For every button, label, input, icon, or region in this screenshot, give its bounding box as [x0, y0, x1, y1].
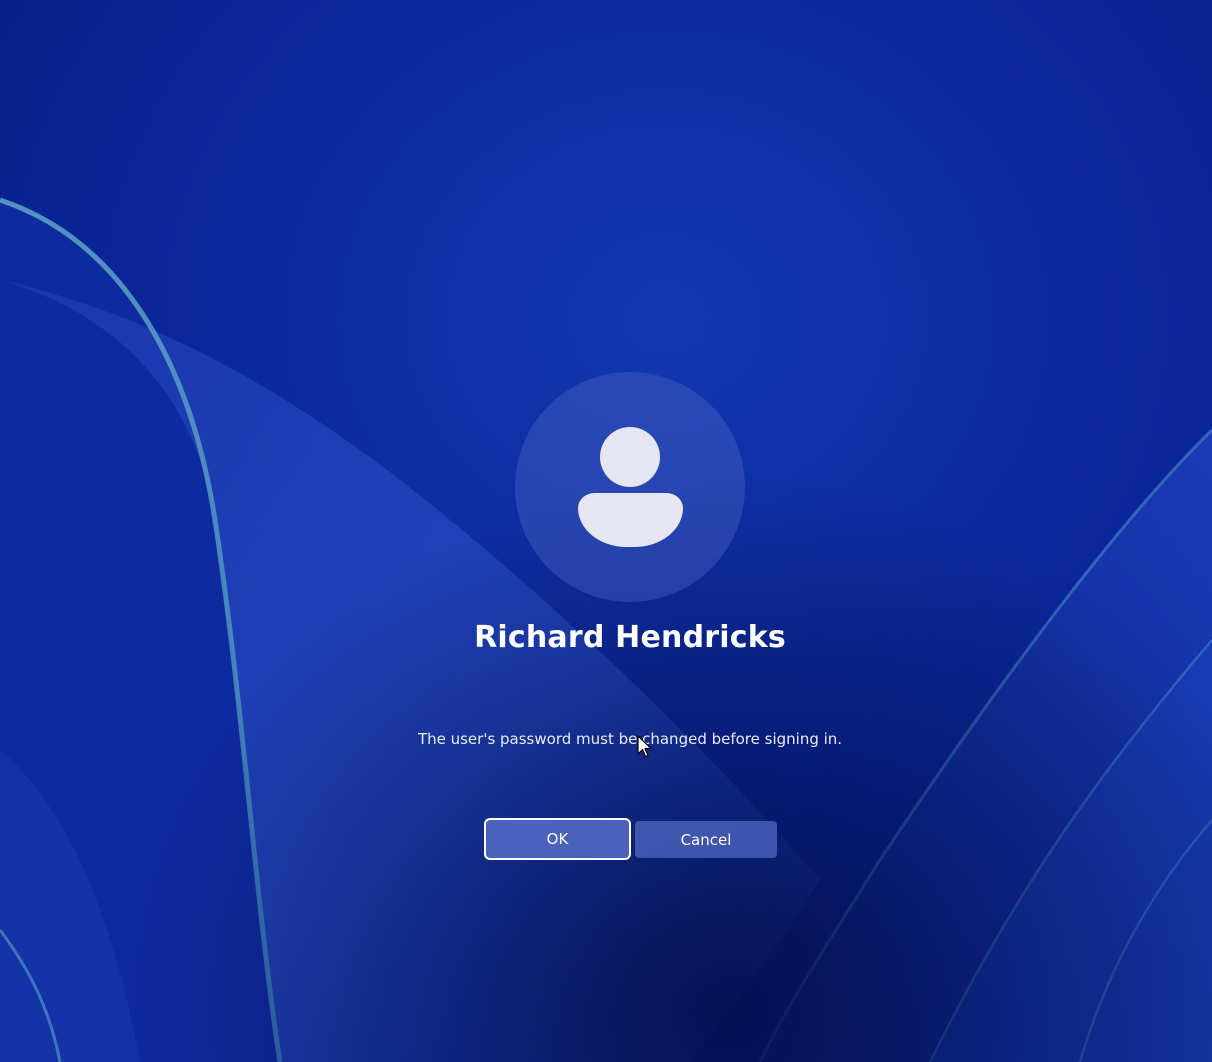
user-name: Richard Hendricks	[474, 620, 786, 655]
user-avatar-icon	[600, 427, 660, 487]
password-change-message: The user's password must be changed befo…	[417, 730, 843, 748]
cancel-button[interactable]: Cancel	[635, 821, 777, 858]
ok-button[interactable]: OK	[484, 818, 631, 860]
mouse-pointer-icon	[637, 735, 652, 758]
user-avatar-body-shape	[578, 493, 683, 547]
user-avatar	[515, 372, 745, 602]
